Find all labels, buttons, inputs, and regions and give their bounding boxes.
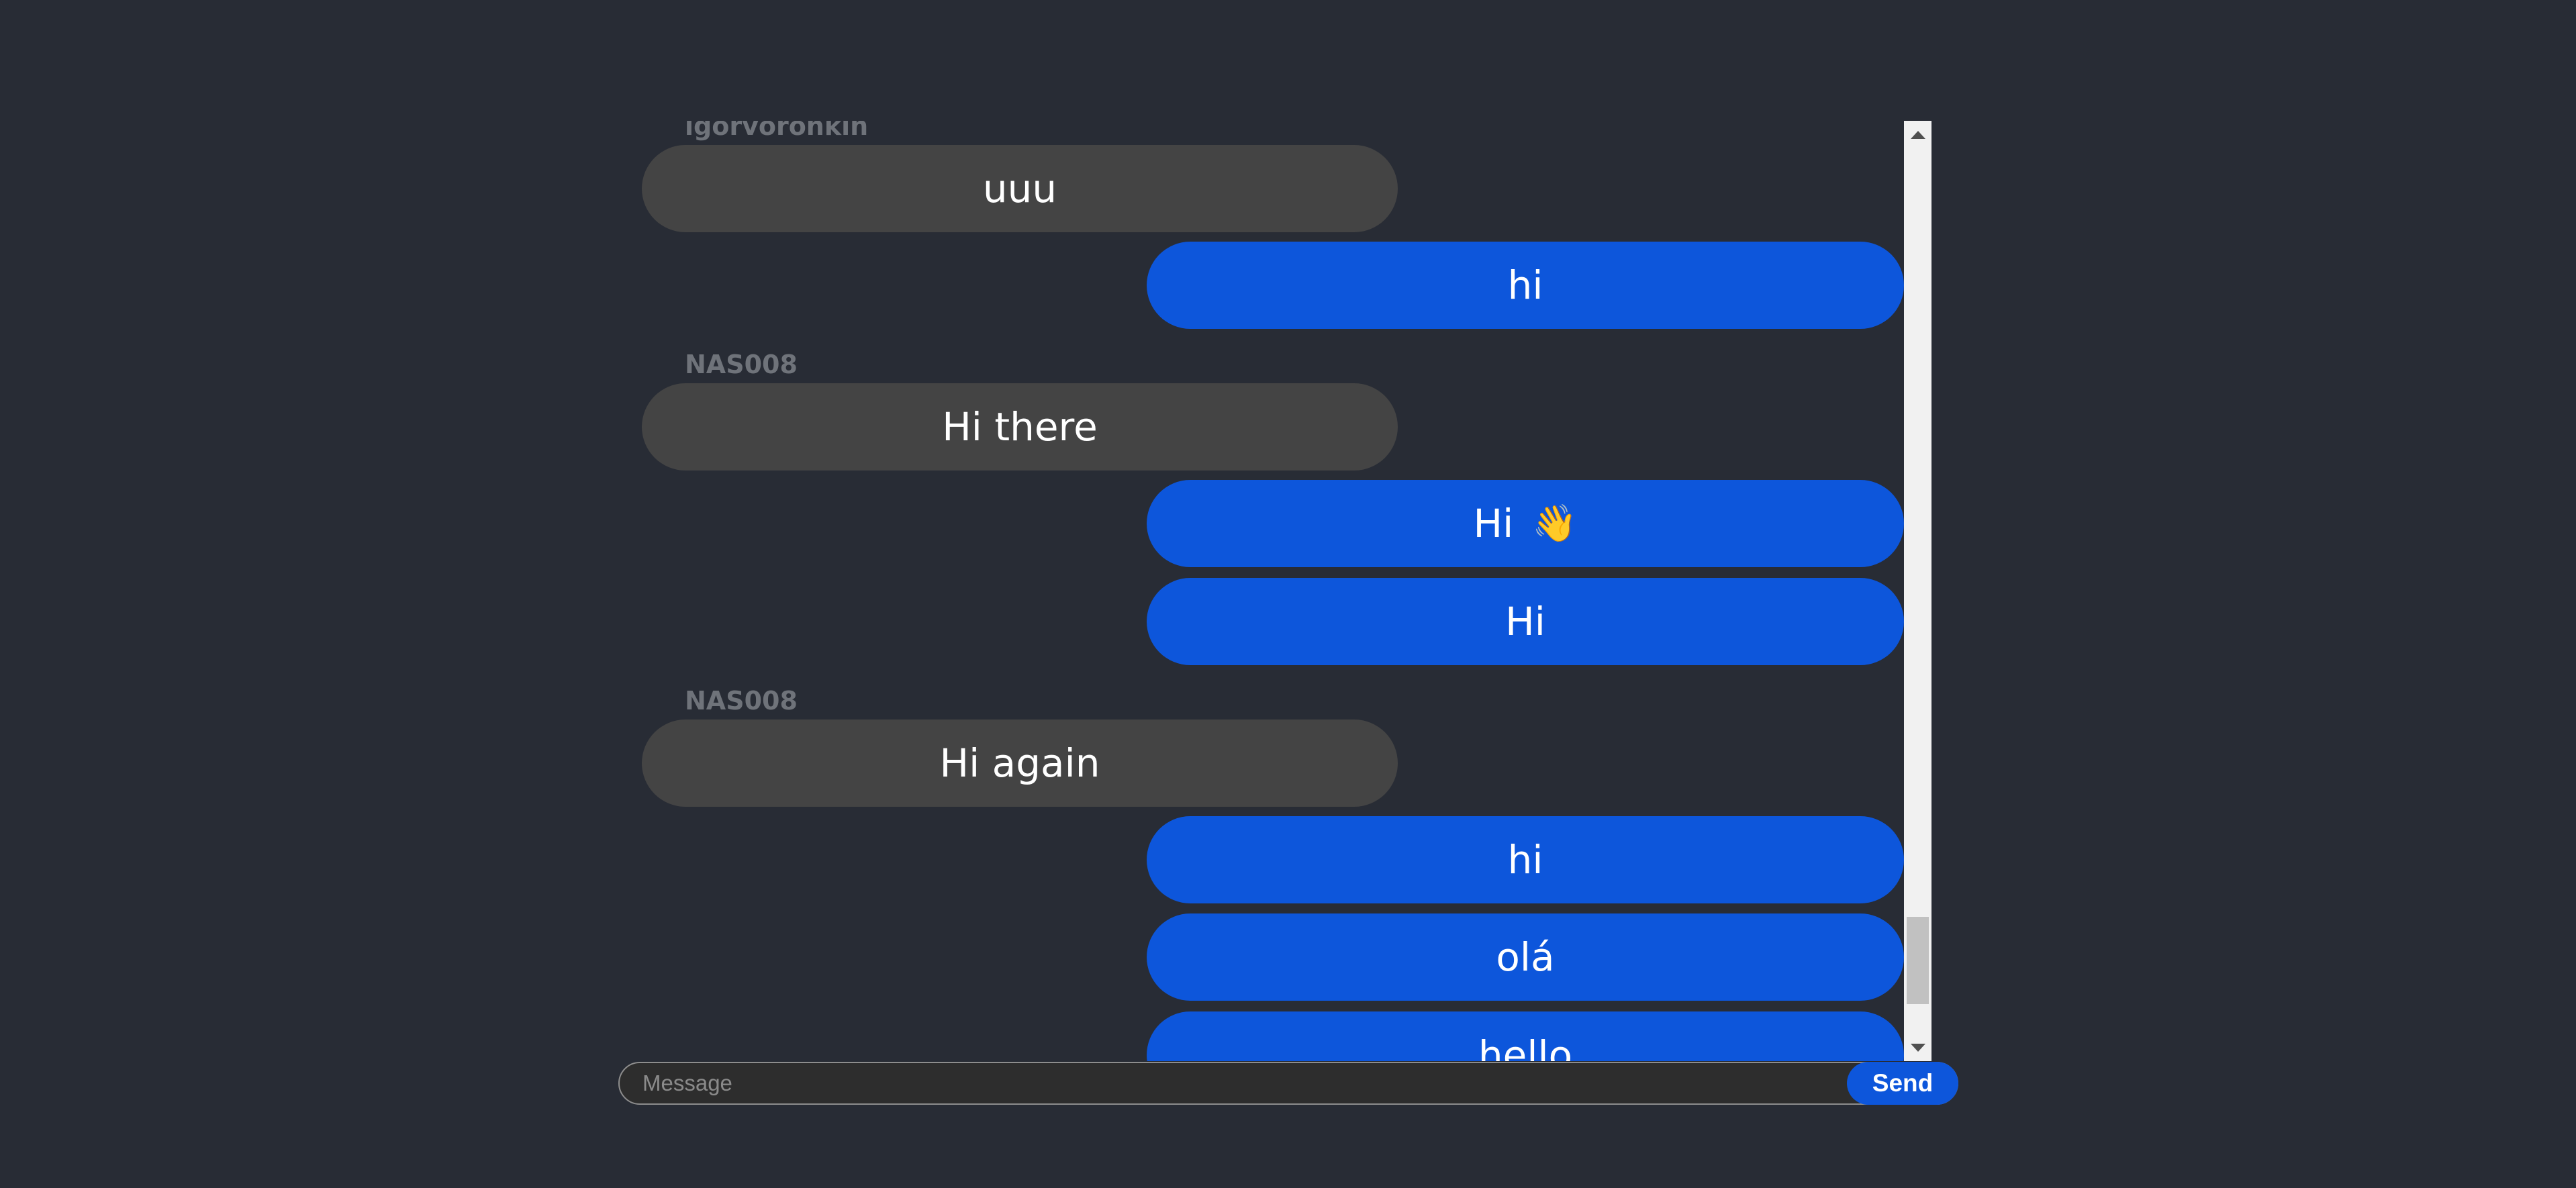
message-bubble-sent[interactable]: Hi 👋 — [1147, 480, 1904, 567]
message-bubble-sent[interactable]: hi — [1147, 242, 1904, 329]
waving-hand-icon: 👋 — [1532, 502, 1578, 544]
scrollbar-thumb[interactable] — [1907, 917, 1929, 1004]
sender-name: igorvoronkin — [685, 121, 869, 141]
message-bubble-sent[interactable]: olá — [1147, 913, 1904, 1001]
message-bubble-received[interactable]: Hi there — [642, 383, 1398, 471]
message-bubble-sent[interactable]: hi — [1147, 816, 1904, 903]
message-composer: Send — [618, 1062, 1958, 1105]
sender-name: NAS008 — [685, 686, 798, 715]
message-bubble-sent[interactable]: Hi — [1147, 578, 1904, 665]
scroll-up-button[interactable] — [1904, 121, 1931, 148]
send-button[interactable]: Send — [1847, 1062, 1958, 1105]
sender-name: NAS008 — [685, 350, 798, 379]
scroll-down-button[interactable] — [1904, 1034, 1931, 1061]
message-text: Hi — [1473, 501, 1514, 546]
message-bubble-received[interactable]: uuu — [642, 145, 1398, 232]
message-input[interactable] — [642, 1063, 1777, 1103]
message-bubble-sent[interactable]: hello — [1147, 1011, 1904, 1061]
message-list-scrollbar[interactable] — [1904, 121, 1931, 1061]
arrow-up-icon — [1910, 130, 1925, 139]
message-bubble-received[interactable]: Hi again — [642, 720, 1398, 807]
arrow-down-icon — [1910, 1043, 1925, 1052]
chat-window: igorvoronkin uuu hi NAS008 Hi there Hi 👋… — [642, 121, 1931, 1061]
